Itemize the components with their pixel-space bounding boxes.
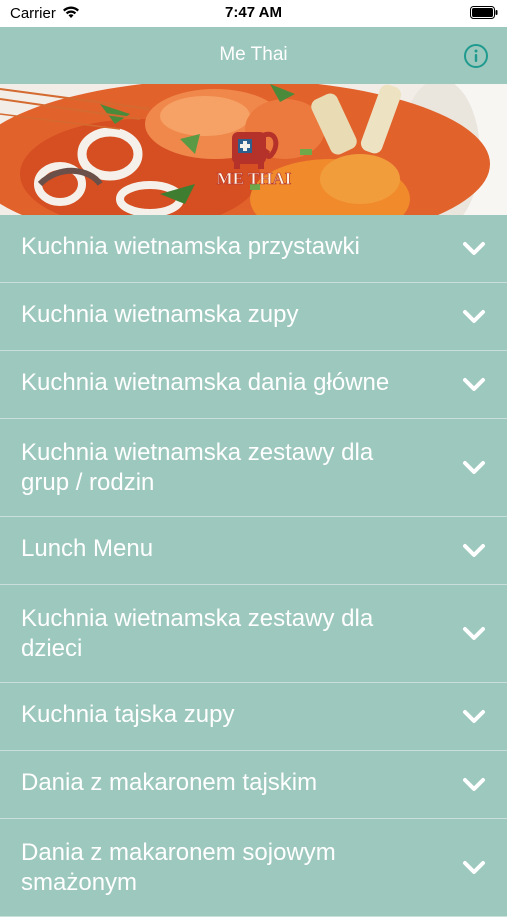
menu-item-label: Dania z makaronem tajskim [21,769,318,796]
chevron-down-icon [463,861,485,874]
chevron-down-icon [463,461,485,474]
menu-item-label: Kuchnia tajska zupy [21,701,235,728]
chevron-down-icon [463,627,485,640]
menu-item-label: Kuchnia wietnamska zupy [21,301,299,328]
menu-item-thai-soups[interactable]: Kuchnia tajska zupy [0,683,507,751]
menu-item-vietnamese-soups[interactable]: Kuchnia wietnamska zupy [0,283,507,351]
menu-item-label: Dania z makaronem sojowym smażonym [21,839,336,896]
menu-item-thai-noodle-dishes[interactable]: Dania z makaronem tajskim [0,751,507,819]
battery-icon [470,6,498,19]
menu-item-vietnamese-appetizers[interactable]: Kuchnia wietnamska przystawki [0,215,507,283]
status-time: 7:47 AM [225,4,282,21]
navigation-bar: Me Thai [0,27,507,84]
chevron-down-icon [463,378,485,391]
menu-item-vietnamese-main-courses[interactable]: Kuchnia wietnamska dania główne [0,351,507,419]
menu-category-list: Kuchnia wietnamska przystawki Kuchnia wi… [0,215,507,917]
chevron-down-icon [463,310,485,323]
chevron-down-icon [463,242,485,255]
menu-item-vietnamese-kids-sets[interactable]: Kuchnia wietnamska zestawy dla dzieci [0,585,507,683]
chevron-down-icon [463,778,485,791]
page-title: Me Thai [219,44,288,65]
info-icon[interactable] [463,43,489,69]
menu-item-label: Kuchnia wietnamska zestawy dla dzieci [21,605,374,662]
chevron-down-icon [463,544,485,557]
menu-item-lunch-menu[interactable]: Lunch Menu [0,517,507,585]
menu-item-fried-soy-noodle-dishes[interactable]: Dania z makaronem sojowym smażonym [0,819,507,917]
menu-item-vietnamese-group-sets[interactable]: Kuchnia wietnamska zestawy dla grup / ro… [0,419,507,517]
menu-item-label: Kuchnia wietnamska przystawki [21,233,360,260]
menu-item-label: Kuchnia wietnamska dania główne [21,369,390,396]
logo-text-layer: ME THAI [216,169,292,189]
logo-text: ME THAI [217,169,292,188]
chevron-down-icon [463,710,485,723]
menu-item-label: Lunch Menu [21,535,154,562]
hero-banner-image: ME THAI [0,84,507,215]
menu-item-label: Kuchnia wietnamska zestawy dla grup / ro… [21,439,374,496]
status-bar: Carrier 7:47 AM [0,0,507,27]
